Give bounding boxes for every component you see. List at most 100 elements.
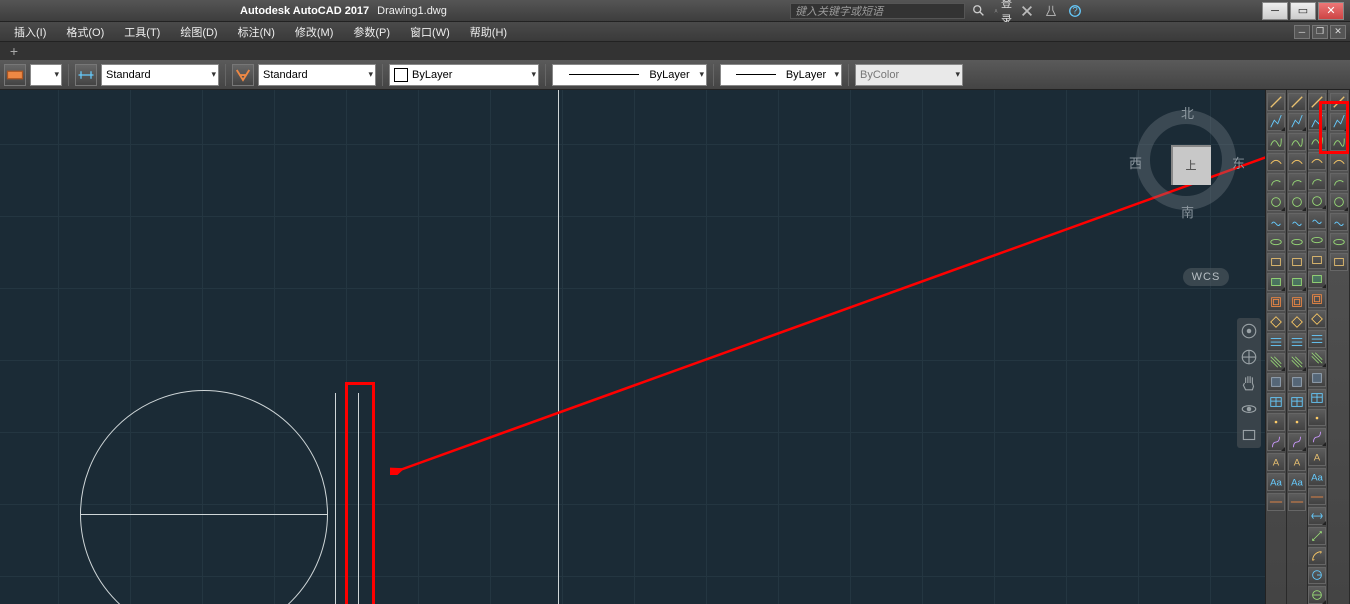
tool-line[interactable]: [1267, 93, 1285, 111]
viewcube-face-top[interactable]: 上: [1171, 145, 1211, 185]
nav-orbit-icon[interactable]: [1240, 400, 1258, 418]
tool-spline[interactable]: [1267, 133, 1285, 151]
tool-text[interactable]: A: [1267, 453, 1285, 471]
tool-curve[interactable]: [1330, 213, 1348, 231]
tool-dim-ang[interactable]: [1288, 133, 1306, 151]
tool-dim-space[interactable]: [1288, 293, 1306, 311]
viewcube-west[interactable]: 西: [1129, 153, 1142, 172]
tool-leader[interactable]: A: [1288, 453, 1306, 471]
tool-dim-rad[interactable]: [1288, 173, 1306, 191]
dimstyle-icon[interactable]: [75, 64, 97, 86]
tool-explode[interactable]: [1308, 409, 1326, 427]
tool-hatch[interactable]: [1267, 353, 1285, 371]
tool-dim-jog[interactable]: [1288, 233, 1306, 251]
tool-break[interactable]: [1308, 310, 1326, 328]
menu-dim[interactable]: 标注(N): [228, 22, 285, 41]
tool-update[interactable]: [1288, 433, 1306, 451]
dimstyle-dropdown[interactable]: Standard▾: [101, 64, 219, 86]
tool-region-i[interactable]: [1308, 586, 1326, 604]
tool-fill[interactable]: [1267, 273, 1285, 291]
login-button[interactable]: 登录: [994, 3, 1012, 19]
tool-grid[interactable]: [1267, 333, 1285, 351]
menu-format[interactable]: 格式(O): [56, 22, 114, 41]
tool-blend[interactable]: [1308, 389, 1326, 407]
tool-region[interactable]: [1267, 373, 1285, 391]
menu-parametric[interactable]: 参数(P): [343, 22, 400, 41]
tool-trim[interactable]: [1308, 271, 1326, 289]
doc-minimize-button[interactable]: ─: [1294, 25, 1310, 39]
search-input[interactable]: 键入关键字或短语: [790, 3, 965, 19]
tool-circle[interactable]: [1267, 193, 1285, 211]
plotstyle-dropdown[interactable]: ByColor▾: [855, 64, 963, 86]
tool-edit-ha[interactable]: [1308, 507, 1326, 525]
viewcube-south[interactable]: 南: [1181, 202, 1194, 221]
tool-dim-arc[interactable]: [1288, 153, 1306, 171]
viewcube[interactable]: 上 北 南 东 西: [1131, 105, 1241, 215]
maximize-button[interactable]: ▭: [1290, 2, 1316, 20]
tool-qdim[interactable]: [1288, 493, 1306, 511]
color-dropdown-small[interactable]: ▾: [30, 64, 62, 86]
layer-prop-icon[interactable]: [4, 64, 26, 86]
tool-dim-ali[interactable]: [1288, 113, 1306, 131]
tool-move[interactable]: [1308, 192, 1326, 210]
nav-wheel-icon[interactable]: [1240, 348, 1258, 366]
menu-modify[interactable]: 修改(M): [285, 22, 344, 41]
tool-align[interactable]: [1308, 428, 1326, 446]
tool-region-u[interactable]: [1308, 547, 1326, 565]
menu-tools[interactable]: 工具(T): [114, 22, 170, 41]
tool-jogged[interactable]: [1288, 393, 1306, 411]
tool-dim-base[interactable]: [1288, 253, 1306, 271]
menu-draw[interactable]: 绘图(D): [170, 22, 227, 41]
lineweight-dropdown[interactable]: ByLayer▾: [720, 64, 842, 86]
tool-arc[interactable]: [1267, 173, 1285, 191]
search-icon[interactable]: [970, 3, 988, 19]
tool-region-s[interactable]: [1308, 567, 1326, 585]
viewcube-east[interactable]: 东: [1232, 153, 1245, 172]
tool-ellipse[interactable]: [1267, 233, 1285, 251]
tool-fillet[interactable]: [1308, 369, 1326, 387]
tool-chamfer[interactable]: [1308, 350, 1326, 368]
menu-window[interactable]: 窗口(W): [400, 22, 460, 41]
flask-icon[interactable]: [1042, 3, 1060, 19]
textstyle-icon[interactable]: [232, 64, 254, 86]
tool-rect[interactable]: [1267, 253, 1285, 271]
minimize-button[interactable]: ─: [1262, 2, 1288, 20]
tool-edit-sp[interactable]: [1308, 488, 1326, 506]
doc-close-button[interactable]: ✕: [1330, 25, 1346, 39]
tool-dim-cont[interactable]: [1288, 273, 1306, 291]
tool-rect3[interactable]: [1267, 313, 1285, 331]
tool-helix[interactable]: [1267, 433, 1285, 451]
help-icon[interactable]: ?: [1066, 3, 1084, 19]
tool-mtext[interactable]: Aa: [1267, 473, 1285, 491]
exchange-icon[interactable]: [1018, 3, 1036, 19]
tool-inspect[interactable]: [1288, 373, 1306, 391]
nav-show-icon[interactable]: [1240, 426, 1258, 444]
doc-restore-button[interactable]: ❐: [1312, 25, 1328, 39]
tool-blend2[interactable]: [1330, 233, 1348, 251]
tool-lengthen[interactable]: A: [1308, 448, 1326, 466]
layer-color-dropdown[interactable]: ByLayer▾: [389, 64, 539, 86]
menu-insert[interactable]: 插入(I): [4, 22, 56, 41]
tool-dim-lin[interactable]: [1288, 93, 1306, 111]
nav-compass-icon[interactable]: [1240, 322, 1258, 340]
tool-edit-pl[interactable]: Aa: [1308, 468, 1326, 486]
tool-scale[interactable]: [1308, 231, 1326, 249]
tool-point[interactable]: [1267, 413, 1285, 431]
tool-extend[interactable]: [1308, 290, 1326, 308]
tool-dim-ord[interactable]: [1288, 213, 1306, 231]
tool-rect2[interactable]: [1267, 293, 1285, 311]
nav-pan-icon[interactable]: [1240, 374, 1258, 392]
new-tab-button[interactable]: +: [0, 43, 28, 59]
tool-dim-break[interactable]: [1288, 313, 1306, 331]
tool-surf[interactable]: [1330, 253, 1348, 271]
tool-stretch[interactable]: [1308, 251, 1326, 269]
tool-rotate[interactable]: [1308, 211, 1326, 229]
tool-nurbs[interactable]: [1267, 153, 1285, 171]
close-button[interactable]: ✕: [1318, 2, 1344, 20]
viewcube-north[interactable]: 北: [1181, 103, 1194, 122]
linetype-dropdown[interactable]: ByLayer▾: [552, 64, 707, 86]
tool-revcloud[interactable]: [1267, 213, 1285, 231]
tool-id[interactable]: [1330, 173, 1348, 191]
wcs-badge[interactable]: WCS: [1183, 268, 1229, 286]
tool-join[interactable]: [1308, 330, 1326, 348]
